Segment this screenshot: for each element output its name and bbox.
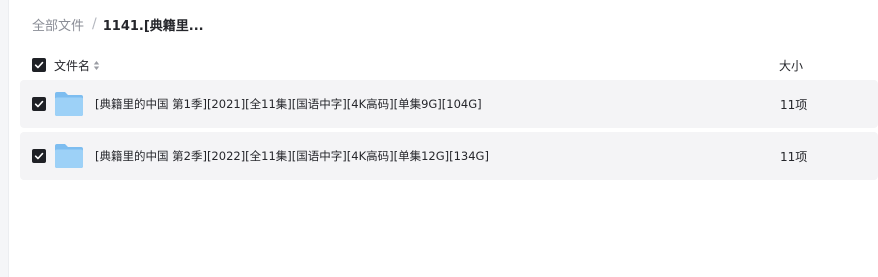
row-checkbox[interactable] [32, 97, 46, 111]
checkmark-icon [34, 61, 44, 69]
sort-icon[interactable] [93, 60, 100, 71]
table-header: 文件名 大小 [20, 52, 878, 78]
checkmark-icon [34, 152, 44, 160]
table-row[interactable]: [典籍里的中国 第1季][2021][全11集][国语中字][4K高码][单集9… [20, 80, 878, 128]
size-column-header[interactable]: 大小 [779, 57, 803, 74]
select-all-checkbox[interactable] [32, 58, 46, 72]
breadcrumb-current-folder: 1141.[典籍里... [102, 18, 204, 34]
folder-icon [55, 92, 83, 116]
breadcrumb: 全部文件 / 1141.[典籍里... [32, 14, 204, 34]
folder-icon [55, 144, 83, 168]
name-column-label: 文件名 [54, 58, 91, 73]
breadcrumb-root-link[interactable]: 全部文件 [32, 15, 84, 34]
file-name-link[interactable]: [典籍里的中国 第1季][2021][全11集][国语中字][4K高码][单集9… [95, 96, 482, 112]
left-panel-edge [0, 0, 9, 277]
checkmark-icon [34, 100, 44, 108]
name-column-header[interactable]: 文件名 [54, 57, 100, 74]
file-size: 11项 [780, 97, 808, 112]
file-size: 11项 [780, 149, 808, 164]
breadcrumb-separator: / [92, 16, 97, 32]
row-checkbox[interactable] [32, 149, 46, 163]
table-row[interactable]: [典籍里的中国 第2季][2022][全11集][国语中字][4K高码][单集1… [20, 132, 878, 180]
file-name-link[interactable]: [典籍里的中国 第2季][2022][全11集][国语中字][4K高码][单集1… [95, 148, 489, 164]
